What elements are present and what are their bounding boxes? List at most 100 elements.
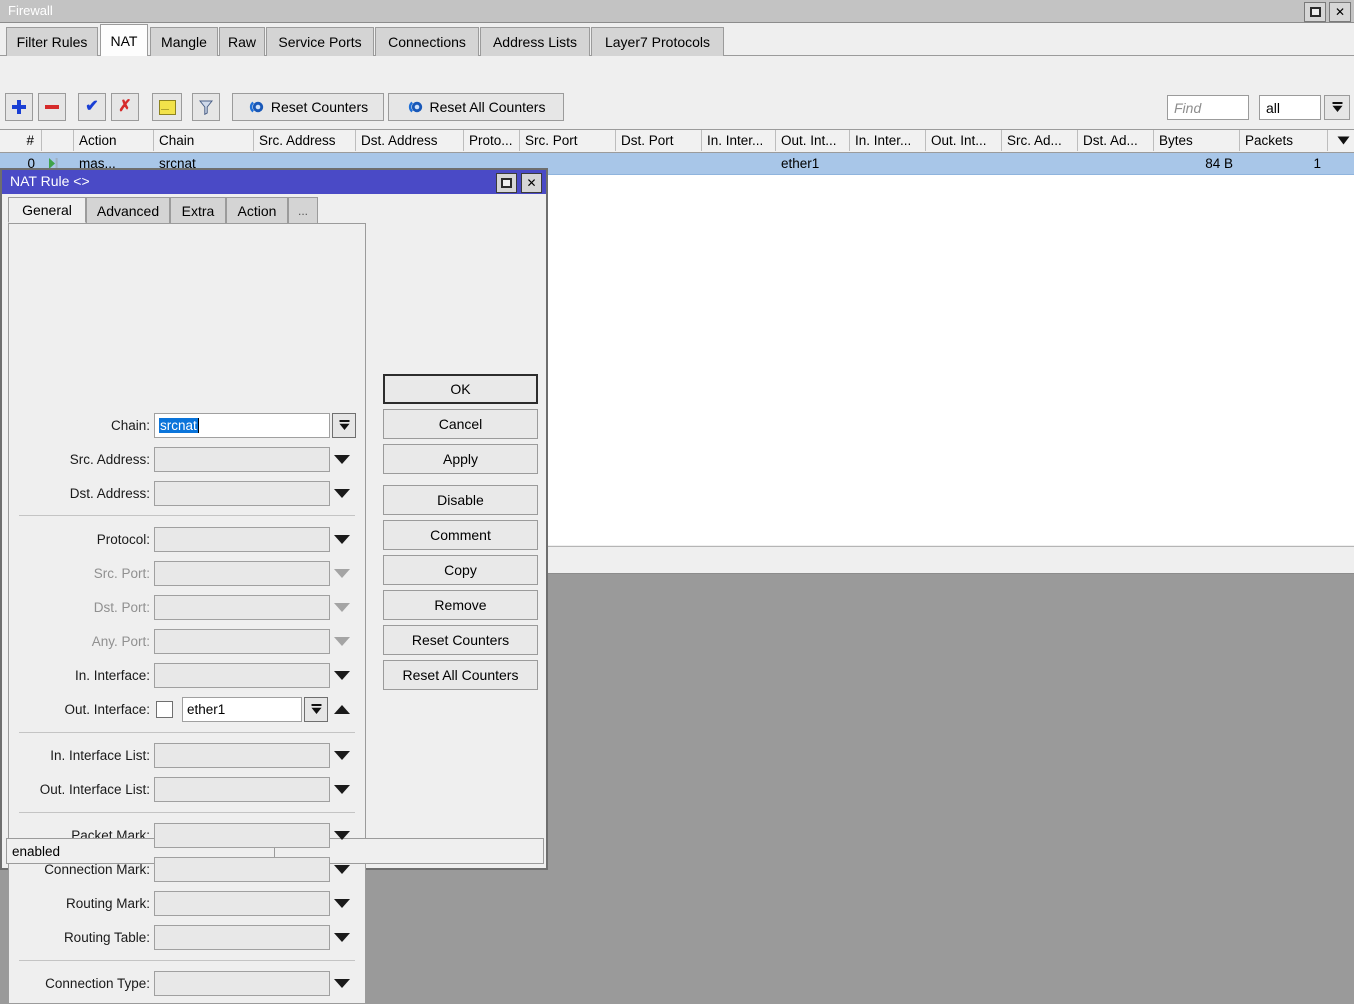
search-input[interactable]: Find xyxy=(1167,95,1249,120)
table-header: # Action Chain Src. Address Dst. Address… xyxy=(0,130,1354,153)
column-header-chain[interactable]: Chain xyxy=(154,130,254,151)
connection-type-input[interactable] xyxy=(154,971,330,996)
copy-button[interactable]: Copy xyxy=(383,555,538,585)
tab-nat[interactable]: NAT xyxy=(100,24,148,56)
apply-button[interactable]: Apply xyxy=(383,444,538,474)
chain-input[interactable]: srcnat xyxy=(154,413,330,438)
routing-mark-dropdown-arrow[interactable] xyxy=(334,899,350,908)
connection-type-dropdown-arrow[interactable] xyxy=(334,979,350,988)
column-header-dst-address[interactable]: Dst. Address xyxy=(356,130,464,151)
reset-all-counters-button[interactable]: Reset All Counters xyxy=(388,93,564,121)
column-header-dst-address-list[interactable]: Dst. Ad... xyxy=(1078,130,1154,151)
chain-value: srcnat xyxy=(159,418,198,433)
filter-dropdown-button[interactable] xyxy=(1324,95,1350,120)
dialog-tab-extra[interactable]: Extra xyxy=(170,197,226,223)
tab-label: General xyxy=(22,202,72,218)
column-header-bytes[interactable]: Bytes xyxy=(1154,130,1240,151)
reset-all-counters-button[interactable]: Reset All Counters xyxy=(383,660,538,690)
disable-button[interactable]: ✗ xyxy=(111,93,139,121)
ok-button[interactable]: OK xyxy=(383,374,538,404)
tab-label: Filter Rules xyxy=(17,34,88,50)
column-header-in-interface-list[interactable]: In. Inter... xyxy=(850,130,926,151)
tab-raw[interactable]: Raw xyxy=(219,27,265,56)
out-interface-input[interactable]: ether1 xyxy=(182,697,302,722)
routing-table-input[interactable] xyxy=(154,925,330,950)
column-header-src-address[interactable]: Src. Address xyxy=(254,130,356,151)
packet-mark-dropdown-arrow[interactable] xyxy=(334,831,350,840)
form-divider-2 xyxy=(19,732,355,733)
remove-button[interactable] xyxy=(38,93,66,121)
column-header-action[interactable]: Action xyxy=(74,130,154,151)
add-button[interactable] xyxy=(5,93,33,121)
tab-address-lists[interactable]: Address Lists xyxy=(480,27,590,56)
out-interface-list-input[interactable] xyxy=(154,777,330,802)
cell-packets: 1 xyxy=(1240,153,1328,174)
remove-button[interactable]: Remove xyxy=(383,590,538,620)
dialog-tab-advanced[interactable]: Advanced xyxy=(86,197,170,223)
enable-button[interactable]: ✔ xyxy=(78,93,106,121)
dst-port-label: Dst. Port: xyxy=(12,600,150,615)
funnel-icon xyxy=(199,100,213,115)
dialog-tab-more[interactable]: ... xyxy=(288,197,318,223)
dialog-tab-action[interactable]: Action xyxy=(226,197,288,223)
cell-src-address-list xyxy=(1002,153,1078,174)
tab-layer7-protocols[interactable]: Layer7 Protocols xyxy=(591,27,724,56)
column-header-icon[interactable] xyxy=(42,130,74,151)
restore-button[interactable] xyxy=(1304,2,1326,22)
in-interface-list-input[interactable] xyxy=(154,743,330,768)
cell-out-interface: ether1 xyxy=(776,153,850,174)
in-interface-dropdown-arrow[interactable] xyxy=(334,671,350,680)
out-interface-collapse-arrow[interactable] xyxy=(334,705,350,714)
column-header-protocol[interactable]: Proto... xyxy=(464,130,520,151)
dialog-title: NAT Rule <> xyxy=(10,173,90,189)
dialog-close-button[interactable]: ✕ xyxy=(521,173,542,193)
packet-mark-input[interactable] xyxy=(154,823,330,848)
dialog-tab-general[interactable]: General xyxy=(8,197,86,223)
out-interface-negate-checkbox[interactable] xyxy=(156,701,173,718)
reset-all-icon xyxy=(407,100,423,114)
src-address-dropdown-arrow[interactable] xyxy=(334,455,350,464)
tab-connections[interactable]: Connections xyxy=(375,27,479,56)
column-header-src-port[interactable]: Src. Port xyxy=(520,130,616,151)
src-port-input xyxy=(154,561,330,586)
disable-button[interactable]: Disable xyxy=(383,485,538,515)
tab-label: Connections xyxy=(388,34,466,50)
routing-table-dropdown-arrow[interactable] xyxy=(334,933,350,942)
column-header-out-interface-list[interactable]: Out. Int... xyxy=(926,130,1002,151)
protocol-dropdown-arrow[interactable] xyxy=(334,535,350,544)
routing-mark-input[interactable] xyxy=(154,891,330,916)
reset-counters-label: Reset Counters xyxy=(271,99,368,115)
out-interface-list-dropdown-arrow[interactable] xyxy=(334,785,350,794)
cell-in-interface-list xyxy=(850,153,926,174)
dst-address-input[interactable] xyxy=(154,481,330,506)
column-header-out-interface[interactable]: Out. Int... xyxy=(776,130,850,151)
filter-button[interactable] xyxy=(192,93,220,121)
column-header-dst-port[interactable]: Dst. Port xyxy=(616,130,702,151)
dialog-restore-button[interactable] xyxy=(496,173,517,193)
comment-button[interactable]: Comment xyxy=(383,520,538,550)
reset-counters-button[interactable]: Reset Counters xyxy=(383,625,538,655)
column-chooser-button[interactable] xyxy=(1328,130,1354,151)
out-interface-dropdown-button[interactable] xyxy=(304,697,328,722)
filter-select-value[interactable]: all xyxy=(1259,95,1321,120)
dst-address-dropdown-arrow[interactable] xyxy=(334,489,350,498)
cancel-button[interactable]: Cancel xyxy=(383,409,538,439)
protocol-input[interactable] xyxy=(154,527,330,552)
tab-label: Advanced xyxy=(97,203,159,219)
close-button[interactable]: ✕ xyxy=(1329,2,1351,22)
reset-counters-button[interactable]: Reset Counters xyxy=(232,93,384,121)
tab-filter-rules[interactable]: Filter Rules xyxy=(6,27,98,56)
column-header-src-address-list[interactable]: Src. Ad... xyxy=(1002,130,1078,151)
tab-service-ports[interactable]: Service Ports xyxy=(266,27,374,56)
comment-button[interactable] xyxy=(152,93,182,121)
tab-label: Action xyxy=(238,203,277,219)
column-header-index[interactable]: # xyxy=(0,130,42,151)
chain-dropdown-button[interactable] xyxy=(332,413,356,438)
in-interface-list-dropdown-arrow[interactable] xyxy=(334,751,350,760)
column-header-in-interface[interactable]: In. Inter... xyxy=(702,130,776,151)
column-header-packets[interactable]: Packets xyxy=(1240,130,1328,151)
chevron-down-icon xyxy=(310,703,323,716)
tab-mangle[interactable]: Mangle xyxy=(150,27,218,56)
in-interface-input[interactable] xyxy=(154,663,330,688)
src-address-input[interactable] xyxy=(154,447,330,472)
